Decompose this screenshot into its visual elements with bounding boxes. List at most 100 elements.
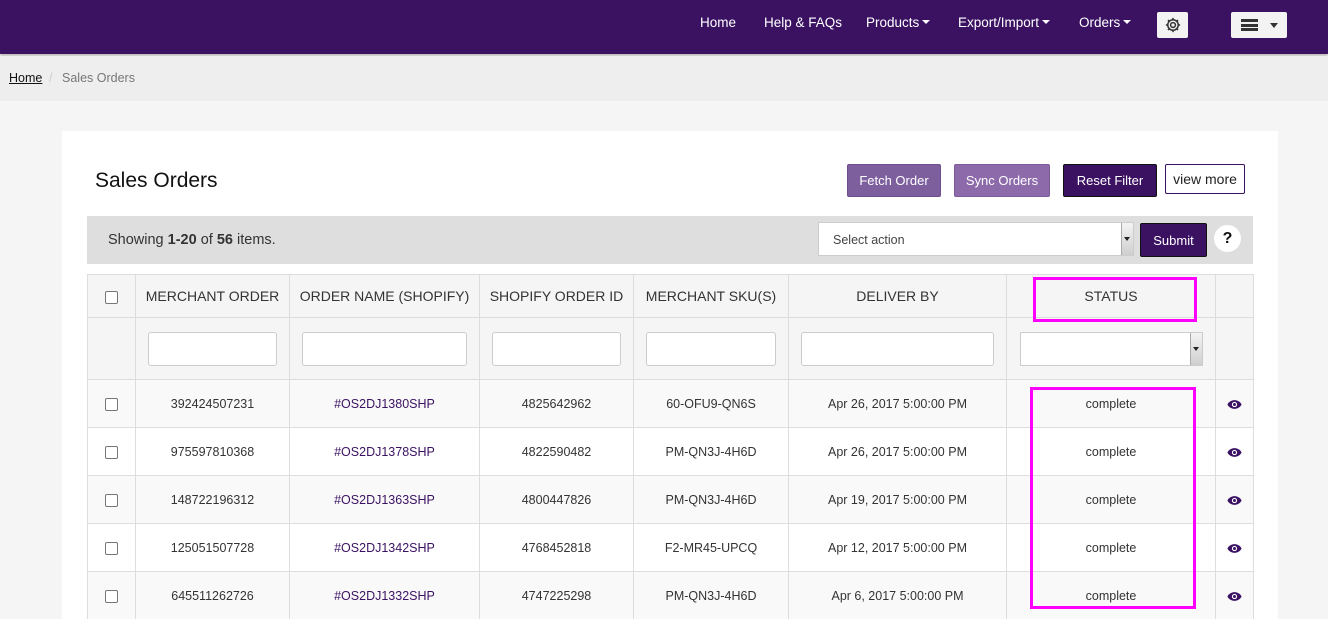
merchant-sku-cell: PM-QN3J-4H6D <box>633 475 789 524</box>
column-header-deliver-by[interactable]: DELIVER BY <box>788 274 1007 318</box>
order-name-cell: #OS2DJ1378SHP <box>289 427 480 476</box>
filter-cell-empty <box>1215 317 1254 380</box>
merchant-order-filter-input[interactable] <box>148 331 277 366</box>
eye-icon[interactable] <box>1227 591 1242 602</box>
view-more-button[interactable]: view more <box>1165 164 1245 194</box>
breadcrumb-separator: / <box>49 71 53 85</box>
user-menu-button[interactable] <box>1231 12 1287 38</box>
row-checkbox[interactable] <box>105 589 118 603</box>
summary-of: of <box>196 232 217 248</box>
chevron-down-icon <box>1123 20 1132 25</box>
top-navbar: Home Help & FAQs Products Export/Import … <box>0 0 1328 54</box>
merchant-order-cell: 148722196312 <box>135 475 290 524</box>
row-select-cell <box>87 427 136 476</box>
chevron-down-icon <box>1042 20 1051 25</box>
row-checkbox[interactable] <box>105 397 118 411</box>
table-row[interactable]: 645511262726 #OS2DJ1332SHP 4747225298 PM… <box>87 571 1254 619</box>
table-row[interactable]: 975597810368 #OS2DJ1378SHP 4822590482 PM… <box>87 427 1254 476</box>
header-row: MERCHANT ORDER ORDER NAME (SHOPIFY) SHOP… <box>87 274 1254 318</box>
shopify-order-id-filter-input[interactable] <box>492 331 621 366</box>
settings-button[interactable] <box>1157 12 1188 38</box>
nav-orders[interactable]: Orders <box>1079 15 1132 31</box>
merchant-sku-cell: F2-MR45-UPCQ <box>633 523 789 572</box>
filter-cell <box>289 317 480 380</box>
column-header-order-name[interactable]: ORDER NAME (SHOPIFY) <box>289 274 480 318</box>
merchant-order-cell: 392424507231 <box>135 379 290 428</box>
summary-range: 1-20 <box>167 232 197 248</box>
column-header-shopify-order-id[interactable]: SHOPIFY ORDER ID <box>479 274 634 318</box>
chevron-down-icon <box>1270 23 1278 28</box>
submit-button[interactable]: Submit <box>1140 223 1207 257</box>
merchant-order-cell: 125051507728 <box>135 523 290 572</box>
table-row[interactable]: 148722196312 #OS2DJ1363SHP 4800447826 PM… <box>87 475 1254 524</box>
row-select-cell <box>87 571 136 619</box>
row-action-cell <box>1215 523 1254 572</box>
bulk-action-selected: Select action <box>833 233 905 247</box>
summary-prefix: Showing <box>108 232 168 248</box>
status-cell: complete <box>1006 523 1216 572</box>
order-name-filter-input[interactable] <box>302 331 467 366</box>
status-filter-select[interactable] <box>1019 331 1203 366</box>
bulk-action-select[interactable]: Select action <box>818 222 1134 256</box>
select-all-cell <box>87 274 136 318</box>
merchant-sku-filter-input[interactable] <box>646 331 776 366</box>
deliver-by-cell: Apr 19, 2017 5:00:00 PM <box>788 475 1007 524</box>
row-action-cell <box>1215 475 1254 524</box>
column-header-merchant-skus[interactable]: MERCHANT SKU(S) <box>633 274 789 318</box>
order-name-link[interactable]: #OS2DJ1380SHP <box>334 397 435 411</box>
page-title: Sales Orders <box>95 169 218 192</box>
deliver-by-cell: Apr 26, 2017 5:00:00 PM <box>788 379 1007 428</box>
status-cell: complete <box>1006 379 1216 428</box>
eye-icon[interactable] <box>1227 543 1242 554</box>
deliver-by-filter-input[interactable] <box>801 331 994 366</box>
chevron-down-icon <box>922 20 931 25</box>
merchant-sku-cell: 60-OFU9-QN6S <box>633 379 789 428</box>
row-checkbox[interactable] <box>105 541 118 555</box>
column-header-merchant-order[interactable]: MERCHANT ORDER <box>135 274 290 318</box>
filter-cell <box>1006 317 1216 380</box>
row-action-cell <box>1215 571 1254 619</box>
eye-icon[interactable] <box>1227 495 1242 506</box>
nav-export-import[interactable]: Export/Import <box>958 15 1051 31</box>
sync-orders-button[interactable]: Sync Orders <box>954 164 1050 197</box>
breadcrumb-home[interactable]: Home <box>9 71 42 85</box>
row-select-cell <box>87 379 136 428</box>
reset-filter-button[interactable]: Reset Filter <box>1063 164 1157 197</box>
filter-cell <box>135 317 290 380</box>
row-action-cell <box>1215 379 1254 428</box>
help-button[interactable]: ? <box>1214 225 1241 252</box>
breadcrumb: Home / Sales Orders <box>0 56 1328 101</box>
sales-orders-table: MERCHANT ORDER ORDER NAME (SHOPIFY) SHOP… <box>87 274 1254 619</box>
filter-cell <box>479 317 634 380</box>
row-checkbox[interactable] <box>105 493 118 507</box>
fetch-order-button[interactable]: Fetch Order <box>847 164 941 197</box>
gear-icon <box>1165 17 1180 33</box>
merchant-sku-cell: PM-QN3J-4H6D <box>633 571 789 619</box>
order-name-link[interactable]: #OS2DJ1363SHP <box>334 493 435 507</box>
order-name-link[interactable]: #OS2DJ1332SHP <box>334 589 435 603</box>
table-row[interactable]: 125051507728 #OS2DJ1342SHP 4768452818 F2… <box>87 523 1254 572</box>
order-name-cell: #OS2DJ1332SHP <box>289 571 480 619</box>
deliver-by-cell: Apr 6, 2017 5:00:00 PM <box>788 571 1007 619</box>
filter-cell <box>788 317 1007 380</box>
column-header-status[interactable]: STATUS <box>1006 274 1216 318</box>
order-name-link[interactable]: #OS2DJ1378SHP <box>334 445 435 459</box>
shopify-order-id-cell: 4800447826 <box>479 475 634 524</box>
merchant-order-cell: 975597810368 <box>135 427 290 476</box>
eye-icon[interactable] <box>1227 399 1242 410</box>
nav-home[interactable]: Home <box>700 15 736 31</box>
row-checkbox[interactable] <box>105 445 118 459</box>
order-name-cell: #OS2DJ1380SHP <box>289 379 480 428</box>
nav-products[interactable]: Products <box>866 15 931 31</box>
order-name-link[interactable]: #OS2DJ1342SHP <box>334 541 435 555</box>
order-name-cell: #OS2DJ1363SHP <box>289 475 480 524</box>
select-all-checkbox[interactable] <box>105 290 118 304</box>
deliver-by-cell: Apr 26, 2017 5:00:00 PM <box>788 427 1007 476</box>
nav-help-faqs[interactable]: Help & FAQs <box>764 15 842 31</box>
eye-icon[interactable] <box>1227 447 1242 458</box>
shopify-order-id-cell: 4825642962 <box>479 379 634 428</box>
table-row[interactable]: 392424507231 #OS2DJ1380SHP 4825642962 60… <box>87 379 1254 428</box>
row-select-cell <box>87 523 136 572</box>
merchant-sku-cell: PM-QN3J-4H6D <box>633 427 789 476</box>
status-cell: complete <box>1006 427 1216 476</box>
